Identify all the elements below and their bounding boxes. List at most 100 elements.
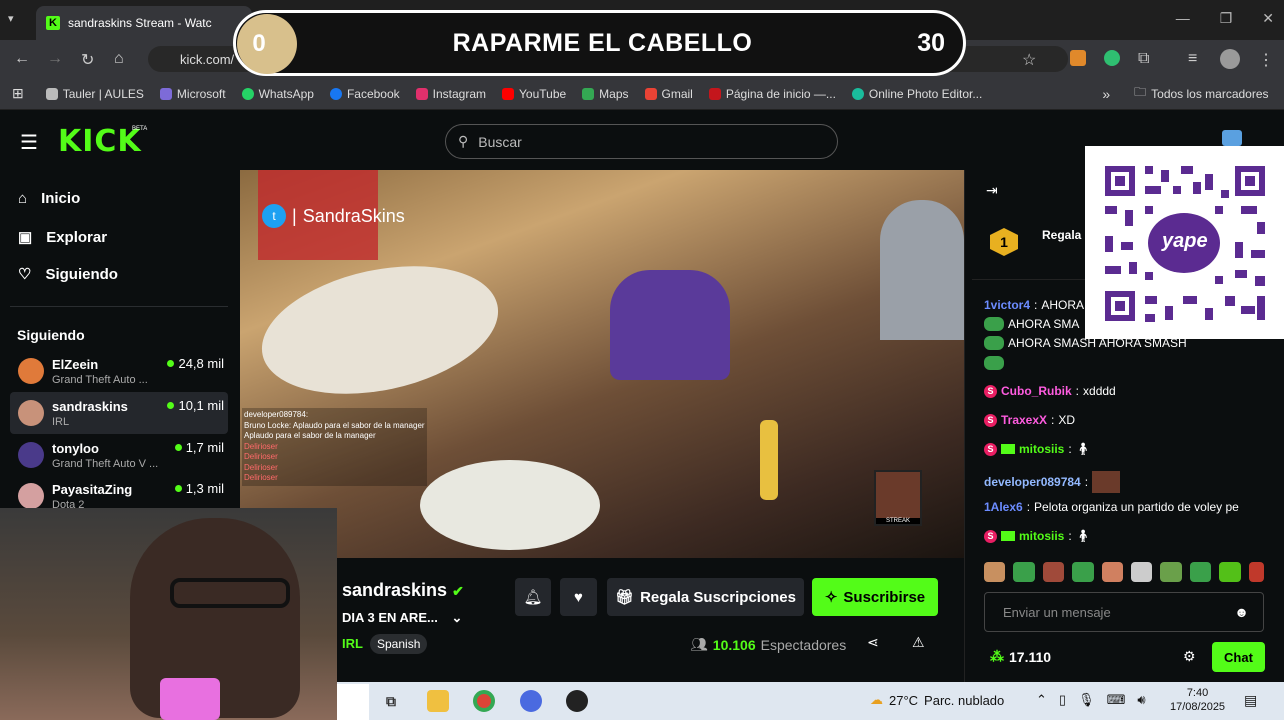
- streamer-name[interactable]: sandraskins ✔: [342, 580, 464, 601]
- viewers-icon: 👥︎: [690, 636, 708, 652]
- home-browser-icon[interactable]: ⌂: [114, 50, 124, 68]
- notification-bell-button[interactable]: 🔔︎: [515, 578, 551, 616]
- network-icon[interactable]: ⌨: [1107, 692, 1126, 708]
- bookmark-item[interactable]: WhatsApp: [241, 87, 314, 101]
- hamburger-menu-icon[interactable]: ☰: [20, 130, 38, 155]
- emote-bar: [984, 562, 1265, 586]
- glasses: [170, 578, 290, 608]
- chat-message: Smitosiis: 🧍︎: [984, 442, 1091, 456]
- maximize-icon[interactable]: ❐: [1220, 10, 1233, 27]
- channel-item-sandraskins[interactable]: sandraskins IRL 10,1 mil: [10, 392, 228, 434]
- file-explorer-icon[interactable]: [427, 690, 449, 712]
- forward-icon[interactable]: →: [47, 50, 63, 68]
- chevron-down-icon[interactable]: ⌄: [451, 610, 462, 625]
- emote[interactable]: [1219, 562, 1241, 582]
- yape-qr-code: yape: [1085, 146, 1284, 339]
- bookmark-item[interactable]: Gmail: [644, 87, 693, 101]
- bookmark-item[interactable]: Maps: [582, 87, 629, 101]
- video-scene: [420, 460, 600, 550]
- verified-icon: ✔: [452, 583, 464, 599]
- weather-widget[interactable]: ☁ 27°C Parc. nublado: [870, 692, 1004, 708]
- bookmark-item[interactable]: Instagram: [415, 87, 486, 101]
- sidebar-item-explorar[interactable]: ▣ Explorar: [18, 228, 107, 247]
- close-icon[interactable]: ✕: [1262, 10, 1274, 27]
- emote[interactable]: [1101, 562, 1123, 582]
- subscribe-button[interactable]: ✧ Suscribirse: [812, 578, 938, 616]
- browser-menu-icon[interactable]: ⋮: [1258, 50, 1274, 70]
- emote[interactable]: [984, 562, 1006, 582]
- device-icon[interactable]: ▯: [1059, 692, 1066, 708]
- emote[interactable]: [1042, 562, 1065, 582]
- tab-title: sandraskins Stream - Watc: [68, 16, 212, 30]
- emote[interactable]: [1072, 562, 1094, 582]
- browser-tab[interactable]: K sandraskins Stream - Watc: [36, 6, 252, 40]
- user-avatar[interactable]: [1222, 130, 1242, 146]
- goal-title: RAPARME EL CABELLO: [452, 29, 753, 57]
- back-icon[interactable]: ←: [14, 50, 30, 68]
- video-scene: [610, 270, 730, 380]
- tab-list-icon[interactable]: ▾: [8, 12, 14, 25]
- chat-message: 1victor4: AHORA: [984, 298, 1085, 312]
- bookmark-item[interactable]: Tauler | AULES: [45, 87, 144, 101]
- apps-grid-icon[interactable]: ⊞: [12, 85, 24, 102]
- sidebar-item-siguiendo[interactable]: ♡ Siguiendo: [18, 265, 118, 284]
- video-chat-overlay: developer089784: Bruno Locke: Aplaudo pa…: [242, 408, 427, 486]
- channel-item-tonyloo[interactable]: tonyloo Grand Theft Auto V ... 1,7 mil: [10, 434, 228, 476]
- video-player[interactable]: developer089784: Bruno Locke: Aplaudo pa…: [240, 170, 964, 558]
- bookmark-item[interactable]: Facebook: [329, 87, 400, 101]
- chat-message-input[interactable]: Enviar un mensaje ☻: [984, 592, 1264, 632]
- profile-avatar[interactable]: [1220, 49, 1240, 69]
- bookmark-star-icon[interactable]: ☆: [1022, 50, 1036, 70]
- kick-favicon-icon: K: [46, 16, 60, 30]
- collapse-chat-icon[interactable]: ⇥: [986, 182, 998, 199]
- gift-subs-button[interactable]: 🎁︎ Regala Suscripciones: [607, 578, 804, 616]
- more-bookmarks-icon[interactable]: »: [1102, 86, 1110, 102]
- emote[interactable]: [1013, 562, 1035, 582]
- emote[interactable]: [1130, 562, 1153, 582]
- microphone-icon[interactable]: 🎙︎: [1078, 692, 1095, 708]
- extension-icon[interactable]: [1104, 50, 1120, 66]
- volume-icon[interactable]: 🔊︎: [1137, 692, 1145, 708]
- emoji-icon[interactable]: ☻: [1234, 604, 1249, 620]
- sub-badge-icon: S: [984, 384, 997, 398]
- kick-logo[interactable]: KICK: [58, 124, 142, 159]
- emote[interactable]: [1189, 562, 1212, 582]
- search-input[interactable]: ⚲ Buscar: [445, 124, 838, 159]
- emote[interactable]: [1160, 562, 1182, 582]
- rank-badge: 1: [990, 228, 1018, 256]
- extension-icon[interactable]: [1070, 50, 1086, 66]
- task-view-icon[interactable]: ⧉: [380, 690, 402, 712]
- chat-settings-gear-icon[interactable]: ⚙: [1183, 648, 1196, 665]
- minimize-icon[interactable]: —: [1176, 10, 1190, 27]
- overlay-goal-banner: 0 RAPARME EL CABELLO 30: [233, 10, 966, 76]
- chevron-up-icon[interactable]: ⌃: [1036, 692, 1047, 708]
- emote[interactable]: [1248, 562, 1265, 582]
- media-controls-icon[interactable]: ≡: [1188, 50, 1197, 68]
- beta-label: BETA: [132, 126, 148, 132]
- extensions-puzzle-icon[interactable]: ⧉: [1138, 50, 1149, 68]
- bookmark-item[interactable]: YouTube: [502, 87, 566, 101]
- language-tag[interactable]: Spanish: [370, 634, 428, 654]
- all-bookmarks-folder[interactable]: 🗀 Todos los marcadores: [1134, 83, 1268, 104]
- channel-item-elzeein[interactable]: ElZeein Grand Theft Auto ... 24,8 mil: [10, 350, 228, 392]
- bookmark-item[interactable]: Página de inicio —...: [708, 87, 836, 101]
- search-box[interactable]: [337, 684, 369, 720]
- bookmark-item[interactable]: Microsoft: [159, 87, 226, 101]
- app-icon[interactable]: [566, 690, 588, 712]
- report-warning-icon[interactable]: ⚠: [912, 634, 925, 651]
- chrome-icon[interactable]: [473, 690, 495, 712]
- taskbar-clock[interactable]: 7:40 17/08/2025: [1170, 686, 1225, 714]
- bookmark-item[interactable]: Online Photo Editor...: [851, 87, 982, 101]
- sub-badge-icon: S: [984, 529, 997, 543]
- reload-icon[interactable]: ↻: [81, 50, 94, 70]
- channel-points[interactable]: ⁂ 17.110: [990, 648, 1051, 665]
- app-icon[interactable]: [520, 690, 542, 712]
- category-link[interactable]: IRL: [342, 636, 363, 651]
- twitter-watermark: t | SandraSkins: [262, 204, 405, 228]
- sidebar-item-inicio[interactable]: ⌂ Inicio: [18, 190, 80, 207]
- avatar: [18, 400, 44, 426]
- notifications-icon[interactable]: ▤: [1244, 692, 1257, 709]
- send-chat-button[interactable]: Chat: [1212, 642, 1265, 672]
- share-icon[interactable]: ⋖: [867, 634, 879, 651]
- follow-button[interactable]: ♥: [560, 578, 597, 616]
